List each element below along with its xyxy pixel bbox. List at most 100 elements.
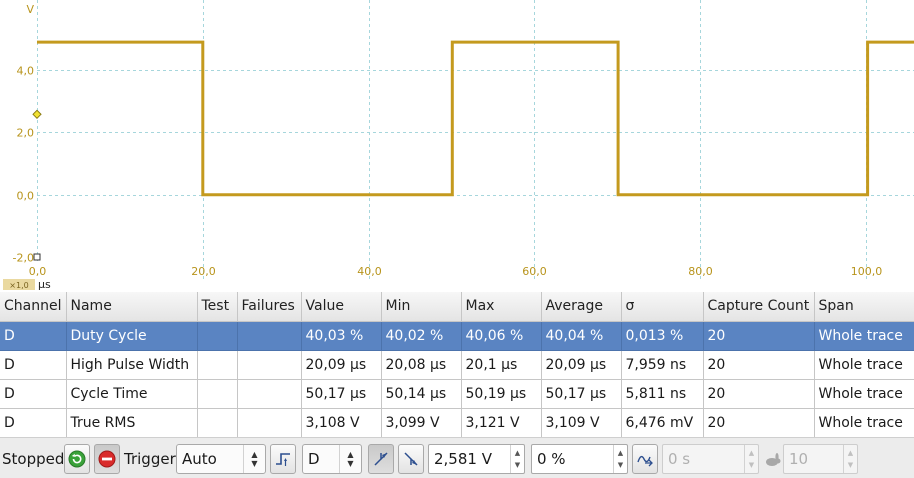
table-cell: 20	[703, 321, 815, 351]
column-header[interactable]: Average	[541, 292, 622, 322]
column-header[interactable]: Test	[197, 292, 238, 322]
stop-icon	[98, 450, 116, 468]
capture-count-value: 10	[789, 450, 809, 468]
y-unit-label: V	[26, 3, 34, 16]
table-cell	[237, 408, 302, 437]
capture-toolbar: Stopped Trigger Auto ▲ ▼ D ▲ ▼ 2,581 V ▲…	[0, 437, 914, 478]
table-cell: 50,17 µs	[301, 379, 382, 409]
trigger-mode-value: Auto	[182, 450, 217, 468]
trigger-channel-value: D	[308, 450, 320, 468]
y-tick-label: -2,0	[13, 252, 34, 265]
spin-arrows-icon[interactable]: ▲ ▼	[510, 445, 524, 473]
table-header: Channel Name Test Failures Value Min Max Averag…	[0, 292, 914, 322]
table-row[interactable]: D True RMS 3,108 V 3,099 V 3,121 V 3,109 V 6,4…	[0, 408, 914, 437]
auto-arm-icon	[637, 455, 653, 467]
unit-labels: V ×1,0 µs	[3, 3, 51, 291]
run-icon	[68, 450, 86, 468]
rabbit-icon	[763, 444, 781, 474]
x-tick-label: 40,0	[357, 265, 382, 278]
table-cell: 50,19 µs	[461, 379, 542, 409]
trigger-level-marker[interactable]	[32, 109, 42, 120]
trace-line	[37, 40, 914, 197]
table-row[interactable]: D Cycle Time 50,17 µs 50,14 µs 50,19 µs 50,17…	[0, 379, 914, 409]
stop-button[interactable]	[94, 444, 120, 474]
table-cell: 0,013 %	[621, 321, 704, 351]
table-cell: 40,06 %	[461, 321, 542, 351]
auto-arm-button[interactable]	[632, 444, 658, 474]
run-button[interactable]	[64, 444, 90, 474]
column-header[interactable]: σ	[621, 292, 704, 322]
table-cell: Duty Cycle	[66, 321, 198, 351]
traces	[37, 40, 914, 197]
x-tick-label: 100,0	[851, 265, 883, 278]
pretrigger-value: 0 %	[537, 450, 566, 468]
delay-value: 0 s	[668, 450, 691, 468]
column-header[interactable]: Value	[301, 292, 382, 322]
table-cell: D	[0, 379, 67, 409]
table-cell: 3,109 V	[541, 408, 622, 437]
table-cell: D	[0, 350, 67, 380]
falling-edge-icon	[404, 452, 418, 466]
trigger-channel-select[interactable]: D ▲ ▼	[302, 444, 362, 474]
x-tick-label: 0,0	[29, 265, 47, 278]
table-cell: 50,14 µs	[381, 379, 462, 409]
table-cell: D	[0, 321, 67, 351]
table-cell: High Pulse Width	[66, 350, 198, 380]
table-cell: Whole trace	[814, 350, 914, 380]
spin-arrows-icon[interactable]: ▲ ▼	[843, 445, 857, 473]
table-row[interactable]: D Duty Cycle 40,03 % 40,02 % 40,06 % 40,04 % 0…	[0, 321, 914, 351]
table-cell: D	[0, 408, 67, 437]
y-tick-label: 4,0	[17, 65, 35, 78]
falling-edge-button[interactable]	[398, 444, 424, 474]
table-row[interactable]: D High Pulse Width 20,09 µs 20,08 µs 20,1 µs…	[0, 350, 914, 380]
origin-marker[interactable]	[33, 253, 41, 261]
table-cell	[197, 321, 238, 351]
trigger-mode-select[interactable]: Auto ▲ ▼	[176, 444, 266, 474]
column-header[interactable]: Span	[814, 292, 914, 322]
table-cell: 50,17 µs	[541, 379, 622, 409]
pretrigger-input[interactable]: 0 % ▲ ▼	[531, 444, 628, 474]
spin-arrows-icon[interactable]: ▲ ▼	[744, 445, 758, 473]
threshold-input[interactable]: 2,581 V ▲ ▼	[428, 444, 525, 474]
column-header[interactable]: Channel	[0, 292, 67, 322]
trigger-label: Trigger	[124, 450, 176, 468]
table-cell: 20	[703, 350, 815, 380]
scope-view[interactable]: 0,0 20,0 40,0 60,0 80,0 100,04,02,00,0-2,0 V×…	[0, 0, 914, 292]
x-tick-label: 20,0	[191, 265, 216, 278]
table-cell: 6,476 mV	[621, 408, 704, 437]
table-cell: 7,959 ns	[621, 350, 704, 380]
spin-arrows-icon[interactable]: ▲ ▼	[613, 445, 627, 473]
table-cell: 20,09 µs	[541, 350, 622, 380]
x-unit-label: µs	[38, 278, 51, 291]
column-header[interactable]: Capture Count	[703, 292, 815, 322]
table-cell	[197, 379, 238, 409]
column-header[interactable]: Failures	[237, 292, 302, 322]
rising-edge-button[interactable]	[368, 444, 394, 474]
column-header[interactable]: Max	[461, 292, 542, 322]
y-tick-label: 2,0	[17, 127, 35, 140]
measurements-table[interactable]: Channel Name Test Failures Value Min Max Averag…	[0, 292, 914, 437]
table-cell: 20,08 µs	[381, 350, 462, 380]
table-cell: 3,108 V	[301, 408, 382, 437]
trigger-type-button[interactable]	[270, 444, 296, 474]
table-cell: Cycle Time	[66, 379, 198, 409]
table-cell	[237, 321, 302, 351]
table-cell: 20	[703, 379, 815, 409]
x-tick-label: 80,0	[688, 265, 713, 278]
table-cell: Whole trace	[814, 408, 914, 437]
capture-count-input[interactable]: 10 ▲ ▼	[783, 444, 858, 474]
table-cell: 3,121 V	[461, 408, 542, 437]
up-down-arrows-icon: ▲ ▼	[243, 445, 265, 473]
table-cell: 5,811 ns	[621, 379, 704, 409]
table-cell: Whole trace	[814, 379, 914, 409]
table-cell: 20,1 µs	[461, 350, 542, 380]
zoom-badge: ×1,0	[9, 281, 28, 290]
table-cell: 40,03 %	[301, 321, 382, 351]
column-header[interactable]: Min	[381, 292, 462, 322]
y-tick-label: 0,0	[17, 190, 35, 203]
column-header[interactable]: Name	[66, 292, 198, 322]
tick-labels: 0,0 20,0 40,0 60,0 80,0 100,04,02,00,0-2,0	[13, 65, 883, 279]
trigger-type-icon	[276, 453, 290, 466]
delay-input[interactable]: 0 s ▲ ▼	[662, 444, 759, 474]
status-label: Stopped	[2, 450, 65, 468]
